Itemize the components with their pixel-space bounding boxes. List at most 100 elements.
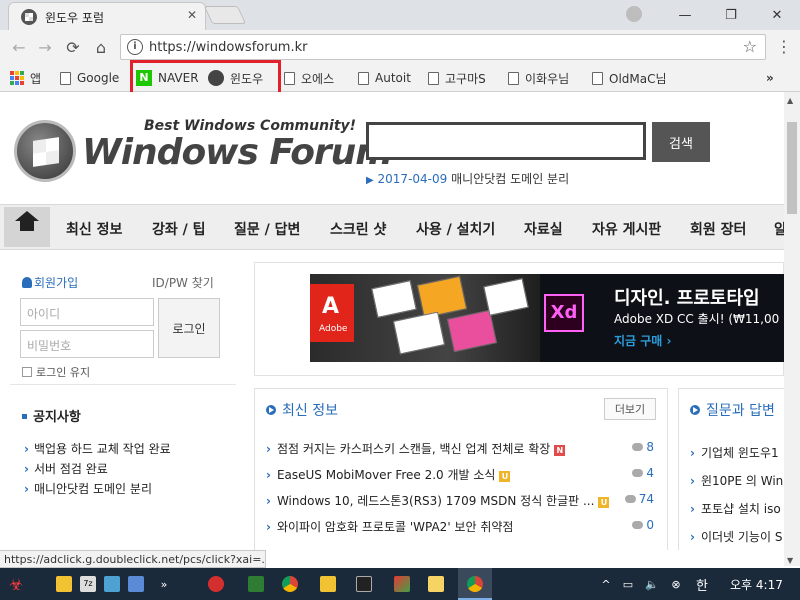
- comment-count: 74: [614, 492, 654, 506]
- close-tab-icon[interactable]: ✕: [187, 8, 197, 22]
- page-icon: [358, 71, 369, 85]
- list-item[interactable]: EaseUS MobiMover Free 2.0 개발 소식U: [266, 466, 511, 483]
- main-nav: 최신 정보 강좌 / 팁 질문 / 답변 스크린 샷 사용 / 설치기 자료실 …: [0, 204, 784, 250]
- notice-item[interactable]: 백업용 하드 교체 작업 완료: [24, 440, 171, 457]
- back-icon[interactable]: ←: [8, 36, 30, 58]
- terminal-icon[interactable]: [352, 572, 376, 596]
- app-colorful-icon[interactable]: [390, 572, 414, 596]
- divider: [10, 384, 236, 385]
- header-notice[interactable]: ▶ 2017-04-09 매니안닷컴 도메인 분리: [366, 170, 569, 187]
- logo-text[interactable]: Windows Forum: [82, 132, 393, 173]
- id-field[interactable]: 아이디: [20, 298, 154, 326]
- search-button[interactable]: 검색: [652, 122, 710, 162]
- nav-reviews[interactable]: 사용 / 설치기: [416, 219, 495, 239]
- search-input[interactable]: [366, 122, 646, 160]
- notepad-icon[interactable]: [424, 572, 448, 596]
- list-item[interactable]: Windows 10, 레드스톤3(RS3) 1709 MSDN 정식 한글판 …: [266, 492, 610, 509]
- forward-icon[interactable]: →: [34, 36, 56, 58]
- app-red-icon[interactable]: [204, 572, 228, 596]
- clock[interactable]: 오후 4:17: [730, 576, 783, 593]
- home-button[interactable]: [4, 207, 50, 247]
- adobe-xd-banner[interactable]: A Adobe Xd 디자인. 프로토타입 Adobe XD CC 출시! (₩1…: [310, 274, 784, 362]
- list-item[interactable]: 와이파이 암호화 프로토콜 'WPA2' 보안 취약점: [266, 518, 514, 535]
- profile-icon[interactable]: [626, 6, 642, 22]
- more-button[interactable]: 더보기: [604, 398, 656, 420]
- bookmark-gogumas[interactable]: 고구마S: [428, 68, 486, 88]
- chrome-icon[interactable]: [463, 572, 487, 596]
- square-bullet-icon: [22, 414, 27, 419]
- browser-tab[interactable]: 윈도우 포럼 ✕: [8, 2, 206, 30]
- battery-icon[interactable]: ▭: [616, 572, 640, 596]
- bookmarks-overflow-button[interactable]: »: [766, 68, 774, 88]
- windows-forum-logo-icon[interactable]: [14, 120, 76, 182]
- nav-latest[interactable]: 최신 정보: [66, 219, 122, 239]
- password-field[interactable]: 비밀번호: [20, 330, 154, 358]
- login-button[interactable]: 로그인: [158, 298, 220, 358]
- nav-tutorials[interactable]: 강좌 / 팁: [152, 219, 206, 239]
- browser-toolbar: ← → ⟳ ⌂ i https://windowsforum.kr ☆ ⋮: [0, 30, 800, 64]
- home-icon[interactable]: ⌂: [90, 36, 112, 58]
- close-circle-icon[interactable]: ⊗: [664, 572, 688, 596]
- chrome-icon[interactable]: [278, 572, 302, 596]
- scrollbar-thumb[interactable]: [787, 122, 797, 214]
- list-item[interactable]: 기업체 윈도우1: [690, 444, 779, 461]
- tray-expand-icon[interactable]: ^: [594, 572, 618, 596]
- find-id-pw-link[interactable]: ID/PW 찾기: [152, 274, 214, 291]
- address-bar[interactable]: i https://windowsforum.kr ☆: [120, 34, 766, 60]
- 7zip-icon[interactable]: 7z: [76, 572, 100, 596]
- notice-text: 매니안닷컴 도메인 분리: [451, 172, 570, 186]
- bookmark-google[interactable]: Google: [60, 68, 119, 88]
- drive-icon[interactable]: [100, 572, 124, 596]
- keep-login-checkbox[interactable]: 로그인 유지: [22, 364, 90, 380]
- banner-buy-link[interactable]: 지금 구매 ›: [614, 332, 671, 349]
- nav-downloads[interactable]: 자료실: [524, 219, 563, 239]
- notice-item[interactable]: 매니안닷컴 도메인 분리: [24, 480, 152, 497]
- nav-free-board[interactable]: 자유 게시판: [592, 219, 661, 239]
- reload-icon[interactable]: ⟳: [62, 36, 84, 58]
- list-item[interactable]: 점점 커지는 카스퍼스키 스캔들, 백신 업계 전체로 확장N: [266, 440, 566, 457]
- file-explorer-icon[interactable]: [52, 572, 76, 596]
- info-icon[interactable]: i: [127, 39, 143, 55]
- play-triangle-icon: ▶: [366, 175, 374, 186]
- nav-screenshots[interactable]: 스크린 샷: [330, 219, 386, 239]
- bookmark-autoit[interactable]: Autoit: [358, 68, 411, 88]
- bookmark-apps[interactable]: 앱: [10, 68, 41, 88]
- restore-icon[interactable]: ❐: [708, 0, 754, 30]
- updated-badge: U: [598, 497, 610, 508]
- notice-item[interactable]: 서버 점검 완료: [24, 460, 108, 477]
- checkbox-icon[interactable]: [22, 367, 32, 377]
- signup-link[interactable]: 회원가입: [22, 274, 78, 291]
- minimize-icon[interactable]: —: [662, 0, 708, 30]
- qna-title[interactable]: 질문과 답변: [690, 400, 775, 420]
- volume-muted-icon[interactable]: 🔈: [640, 572, 664, 596]
- comment-count: 0: [614, 518, 654, 532]
- scroll-down-icon[interactable]: ▼: [787, 556, 793, 565]
- latest-news-title[interactable]: 최신 정보: [266, 400, 338, 420]
- nav-market[interactable]: 회원 장터: [690, 219, 746, 239]
- list-item[interactable]: 이더넷 기능이 S: [690, 528, 783, 545]
- bookmark-ihwa[interactable]: 이화우님: [508, 68, 569, 88]
- list-item[interactable]: 포토샵 설치 iso: [690, 500, 781, 517]
- page-icon: [592, 71, 603, 85]
- folder-icon[interactable]: [316, 572, 340, 596]
- comment-count: 8: [614, 440, 654, 454]
- ime-indicator[interactable]: 한: [696, 575, 708, 594]
- list-item[interactable]: 윈10PE 의 Win: [690, 472, 783, 489]
- updated-badge: U: [499, 471, 511, 482]
- new-tab-button[interactable]: [203, 6, 247, 24]
- taskbar-overflow-icon[interactable]: »: [152, 572, 176, 596]
- settings-icon[interactable]: [124, 572, 148, 596]
- nav-more[interactable]: 알: [774, 219, 784, 239]
- close-window-icon[interactable]: ✕: [754, 0, 800, 30]
- nav-qna[interactable]: 질문 / 답변: [234, 219, 300, 239]
- comment-bubble-icon: [632, 521, 644, 529]
- comment-bubble-icon: [632, 469, 644, 477]
- bookmark-os[interactable]: 오에스: [284, 68, 334, 88]
- menu-kebab-icon[interactable]: ⋮: [776, 38, 792, 56]
- bookmark-star-icon[interactable]: ☆: [743, 37, 757, 56]
- start-button-icon[interactable]: ☣: [4, 572, 28, 596]
- bookmark-oldmac[interactable]: OldMaC님: [592, 68, 667, 88]
- app-green-icon[interactable]: [244, 572, 268, 596]
- scroll-up-icon[interactable]: ▲: [787, 96, 793, 105]
- web-page: Best Windows Community! Windows Forum 검색…: [0, 92, 784, 550]
